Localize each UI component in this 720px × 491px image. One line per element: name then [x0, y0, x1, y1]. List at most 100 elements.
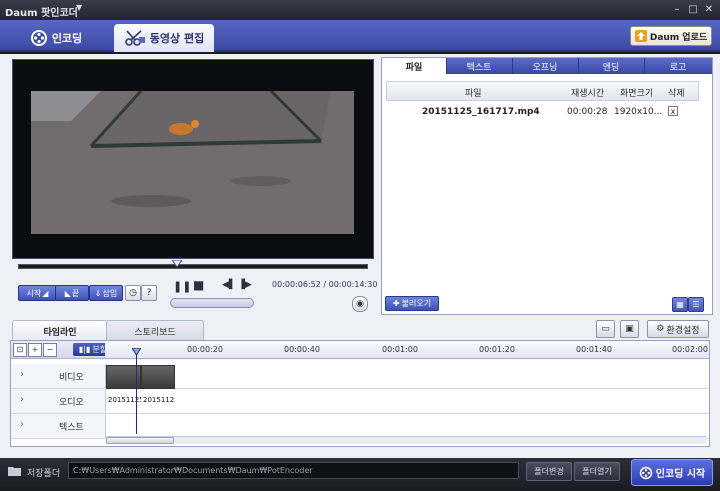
- panel-tab-logo[interactable]: 로고: [644, 58, 712, 74]
- help-icon[interactable]: ?: [141, 285, 157, 301]
- audio-clip-label[interactable]: 20151125: [143, 396, 175, 412]
- tab-encoding-label: 인코딩: [51, 32, 83, 45]
- add-file-button[interactable]: ✚ 불러오기: [385, 296, 439, 311]
- settings-button[interactable]: ⚙ 환경설정: [647, 320, 709, 338]
- chevron-right-icon[interactable]: ›: [20, 394, 24, 405]
- column-file: 파일: [465, 89, 482, 99]
- stop-icon[interactable]: ■: [193, 278, 204, 292]
- video-track: › 비디오: [11, 364, 709, 389]
- timeline-ruler[interactable]: 00:00:20 00:00:40 00:01:00 00:01:20 00:0…: [105, 341, 709, 359]
- ruler-tick: 00:01:20: [479, 345, 515, 354]
- prev-frame-icon[interactable]: ◀▌: [222, 280, 236, 290]
- open-folder-button[interactable]: 폴더열기: [574, 462, 620, 481]
- film-reel-icon: [639, 466, 652, 479]
- panel-tab-text[interactable]: 텍스트: [446, 58, 513, 74]
- save-folder-label: 저장폴더: [27, 469, 61, 479]
- insert-label: 삽입: [102, 288, 118, 298]
- zoom-in-icon[interactable]: +: [28, 343, 42, 357]
- video-clip-thumbnail[interactable]: [141, 365, 175, 389]
- file-resolution: 1920x10...: [614, 107, 663, 117]
- scissors-film-icon: [124, 30, 145, 46]
- save-path-field[interactable]: [68, 462, 519, 479]
- timeline-scrollbar[interactable]: [106, 436, 706, 444]
- panel-tab-bar: 파일 텍스트 오프닝 엔딩 로고: [382, 58, 712, 74]
- start-encoding-button[interactable]: 인코딩 시작: [631, 459, 713, 486]
- folder-icon: [8, 467, 21, 476]
- panel-tab-opening[interactable]: 오프닝: [512, 58, 579, 74]
- audio-track: › 오디오 20151125 20151125: [11, 389, 709, 414]
- daum-upload-label: Daum 업로드: [649, 32, 708, 43]
- menu-dropdown-icon[interactable]: ▼: [76, 3, 82, 12]
- panel-tab-ending[interactable]: 엔딩: [578, 58, 645, 74]
- change-folder-button[interactable]: 폴더변경: [526, 462, 572, 481]
- minimize-icon[interactable]: –: [670, 3, 684, 16]
- settings-label: 환경설정: [666, 325, 700, 336]
- gear-icon: ⚙: [656, 324, 665, 334]
- audio-track-name: 오디오: [59, 398, 84, 408]
- file-name: 20151125_161717.mp4: [422, 107, 540, 117]
- playhead[interactable]: [136, 350, 137, 434]
- next-frame-icon[interactable]: ▐▶: [238, 280, 252, 290]
- end-marker-icon: ◣: [64, 288, 71, 298]
- time-readout: 00:00:06:52 / 00:00:14:30: [272, 280, 377, 289]
- set-start-label: 시작: [26, 288, 42, 298]
- playhead-handle-icon[interactable]: [132, 348, 141, 356]
- insert-button[interactable]: ⇓ 삽입: [89, 285, 123, 301]
- text-track-name: 텍스트: [59, 423, 84, 433]
- audio-track-label: › 오디오: [11, 389, 106, 413]
- ruler-tick: 00:01:40: [576, 345, 612, 354]
- insert-arrow-icon: ⇓: [94, 288, 102, 298]
- panel-tab-file[interactable]: 파일: [382, 58, 447, 74]
- close-icon[interactable]: ✕: [702, 3, 716, 16]
- ruler-tick: 00:02:00: [672, 345, 708, 354]
- tab-encoding[interactable]: 인코딩: [8, 24, 104, 52]
- film-reel-icon: [30, 30, 47, 46]
- column-delete: 삭제: [668, 89, 685, 99]
- seek-thumb-icon[interactable]: [172, 260, 182, 268]
- save-icon[interactable]: ▣: [620, 320, 639, 338]
- clock-icon[interactable]: ◷: [125, 285, 141, 301]
- title-bar: Daum 팟인코더 ▼ – □ ✕: [0, 0, 720, 20]
- app-title: Daum 팟인코더: [5, 8, 78, 19]
- seek-bar[interactable]: [18, 264, 368, 269]
- total-time: 00:00:14:30: [328, 280, 378, 289]
- folder-open-icon[interactable]: ▭: [596, 320, 615, 338]
- start-marker-icon: ◢: [42, 288, 49, 298]
- file-table-header: 파일 재생시간 화면크기 삭제: [386, 81, 699, 101]
- timeline-toolbar: ⊡ + − ▮|▮ 분할: [11, 341, 113, 359]
- tab-video-edit[interactable]: 동영상 편집: [114, 24, 214, 52]
- ruler-tick: 00:01:00: [382, 345, 418, 354]
- maximize-icon[interactable]: □: [686, 3, 700, 16]
- tab-storyboard[interactable]: 스토리보드: [106, 320, 204, 341]
- plus-icon: ✚: [392, 299, 400, 308]
- daum-upload-button[interactable]: Daum 업로드: [630, 26, 712, 46]
- column-resolution: 화면크기: [620, 89, 654, 99]
- ruler-tick: 00:00:20: [187, 345, 223, 354]
- zoom-out-icon[interactable]: −: [43, 343, 57, 357]
- video-track-name: 비디오: [59, 373, 84, 383]
- set-start-button[interactable]: 시작 ◢: [18, 285, 57, 301]
- chevron-right-icon[interactable]: ›: [20, 369, 24, 380]
- set-end-button[interactable]: ◣ 끝: [55, 285, 89, 301]
- start-encoding-label: 인코딩 시작: [655, 469, 706, 480]
- file-duration: 00:00:28: [567, 107, 608, 117]
- video-preview-image: [31, 89, 354, 234]
- speaker-icon[interactable]: ◉: [352, 296, 368, 312]
- volume-slider[interactable]: [170, 298, 254, 308]
- fit-icon[interactable]: ⊡: [13, 343, 27, 357]
- list-view-icon[interactable]: ☰: [688, 297, 704, 312]
- grid-view-icon[interactable]: ▦: [672, 297, 688, 312]
- column-duration: 재생시간: [571, 89, 605, 99]
- set-end-label: 끝: [71, 288, 80, 298]
- timeline-scroll-thumb[interactable]: [106, 437, 174, 444]
- video-track-label: › 비디오: [11, 364, 106, 388]
- current-time: 00:00:06:52: [272, 280, 321, 289]
- video-frame[interactable]: [31, 89, 354, 234]
- add-file-label: 불러오기: [401, 299, 432, 308]
- ruler-tick: 00:00:40: [284, 345, 320, 354]
- tab-timeline[interactable]: 타임라인: [12, 320, 108, 341]
- upload-arrow-icon: [634, 30, 647, 42]
- chevron-right-icon[interactable]: ›: [20, 419, 24, 430]
- delete-file-icon[interactable]: x: [668, 106, 678, 116]
- pause-icon[interactable]: ❚❚: [173, 280, 191, 293]
